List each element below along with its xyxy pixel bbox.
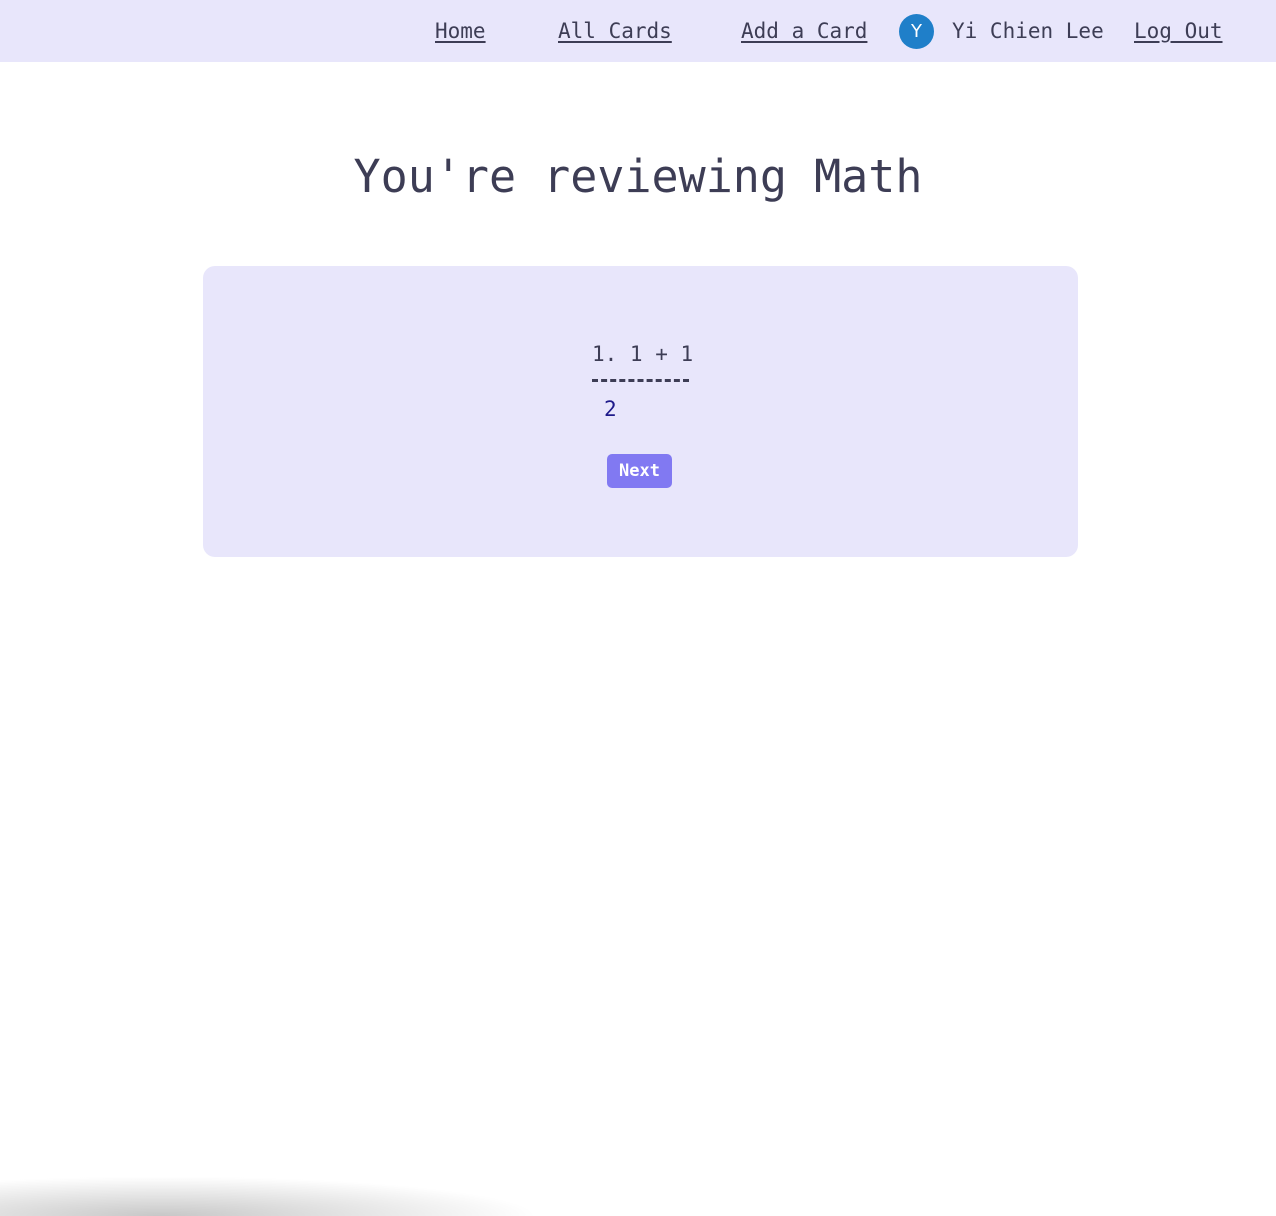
nav-link-home[interactable]: Home — [435, 17, 486, 45]
question-answer-divider — [592, 379, 689, 382]
nav-link-add-card[interactable]: Add a Card — [741, 17, 867, 45]
user-name: Yi Chien Lee — [952, 19, 1104, 43]
card-answer: 2 — [604, 397, 617, 421]
review-card: 1. 1 + 1 2 Next — [203, 266, 1078, 557]
nav-link-all-cards[interactable]: All Cards — [558, 17, 672, 45]
page-title: You're reviewing Math — [353, 150, 923, 203]
top-navbar: Home All Cards Add a Card Y Yi Chien Lee… — [0, 0, 1276, 62]
window-edge-shadow — [0, 1176, 540, 1216]
next-button[interactable]: Next — [607, 454, 672, 488]
card-question: 1. 1 + 1 — [592, 342, 694, 366]
logout-link[interactable]: Log Out — [1134, 17, 1223, 45]
user-avatar: Y — [899, 14, 934, 49]
